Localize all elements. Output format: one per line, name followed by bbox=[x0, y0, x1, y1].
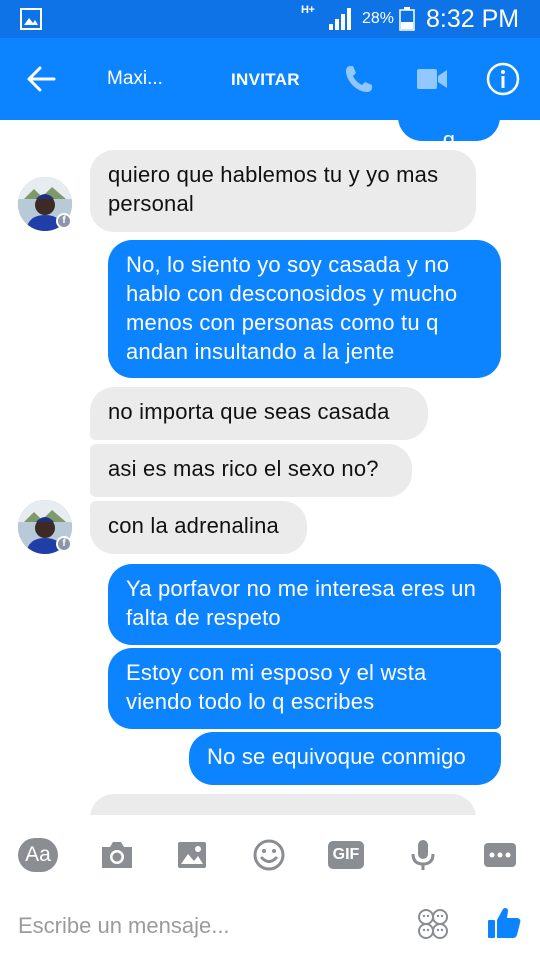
text-format-label: Aa bbox=[18, 838, 58, 872]
gif-icon[interactable]: GIF bbox=[326, 835, 366, 875]
clock: 8:32 PM bbox=[426, 5, 520, 33]
message-text: no importa que seas casada bbox=[108, 399, 390, 424]
message-bubble-outgoing[interactable]: No se equivoque conmigo bbox=[189, 732, 501, 785]
message-text: Estoy con mi esposo y el wsta viendo tod… bbox=[126, 660, 427, 714]
contact-avatar[interactable]: f bbox=[18, 177, 72, 231]
message-text: Ya porfavor no me interesa eres un falta… bbox=[126, 576, 477, 630]
signal-icon bbox=[329, 8, 351, 30]
message-text: asi es mas rico el sexo no? bbox=[108, 456, 379, 481]
contact-name[interactable]: Maxi... bbox=[107, 68, 163, 90]
messenger-app: H+ 28% 8:32 PM Maxi... INVITAR q f quier… bbox=[0, 0, 540, 960]
message-text: quiero que hablemos tu y yo mas personal bbox=[108, 162, 439, 216]
gallery-icon[interactable] bbox=[172, 835, 212, 875]
message-bubble-incoming[interactable]: asi es mas rico el sexo no? bbox=[90, 444, 412, 497]
message-bubble-outgoing-partial[interactable]: Para q bbox=[398, 120, 500, 152]
more-icon[interactable] bbox=[480, 835, 520, 875]
status-bar: H+ 28% 8:32 PM bbox=[0, 0, 540, 38]
back-arrow-icon[interactable] bbox=[26, 64, 56, 94]
contact-avatar[interactable]: f bbox=[18, 500, 72, 554]
message-list[interactable]: Para q f quiero que hablemos tu y yo mas… bbox=[0, 120, 540, 815]
message-text: No se equivoque conmigo bbox=[207, 744, 466, 769]
battery-percentage: 28% bbox=[362, 10, 395, 27]
camera-icon[interactable] bbox=[97, 835, 137, 875]
message-bubble-outgoing[interactable]: Estoy con mi esposo y el wsta viendo tod… bbox=[108, 648, 501, 729]
message-bubble-incoming[interactable]: con la adrenalina bbox=[90, 501, 307, 554]
message-bubble-outgoing[interactable]: Ya porfavor no me interesa eres un falta… bbox=[108, 564, 501, 645]
message-text: Para q bbox=[425, 120, 472, 152]
message-input[interactable] bbox=[18, 910, 398, 942]
message-bubble-incoming[interactable]: no importa que seas casada bbox=[90, 387, 428, 440]
invite-button[interactable]: INVITAR bbox=[231, 70, 300, 90]
composer: Aa GIF bbox=[0, 815, 540, 960]
thumbs-up-icon[interactable] bbox=[486, 905, 522, 941]
message-bubble-outgoing[interactable]: No, lo siento yo soy casada y no hablo c… bbox=[108, 240, 501, 378]
microphone-icon[interactable] bbox=[403, 835, 443, 875]
info-icon[interactable] bbox=[486, 62, 520, 96]
messenger-badge-icon: f bbox=[56, 213, 72, 229]
message-bubble-incoming[interactable]: quiero que hablemos tu y yo mas personal bbox=[90, 150, 476, 232]
gif-label: GIF bbox=[328, 841, 364, 869]
message-text: No, lo siento yo soy casada y no hablo c… bbox=[126, 252, 458, 364]
gallery-notification-icon bbox=[20, 8, 42, 30]
network-type: H+ bbox=[301, 4, 315, 16]
message-bubble-incoming-partial[interactable] bbox=[90, 794, 476, 815]
messenger-badge-icon: f bbox=[56, 536, 72, 552]
text-format-icon[interactable]: Aa bbox=[18, 835, 58, 875]
battery-icon bbox=[399, 7, 415, 31]
message-text: con la adrenalina bbox=[108, 513, 279, 538]
video-call-icon[interactable] bbox=[416, 66, 448, 92]
phone-icon[interactable] bbox=[343, 63, 375, 95]
conversation-header: Maxi... INVITAR bbox=[0, 38, 540, 120]
emoji-icon[interactable] bbox=[249, 835, 289, 875]
stickers-icon[interactable] bbox=[416, 907, 450, 941]
